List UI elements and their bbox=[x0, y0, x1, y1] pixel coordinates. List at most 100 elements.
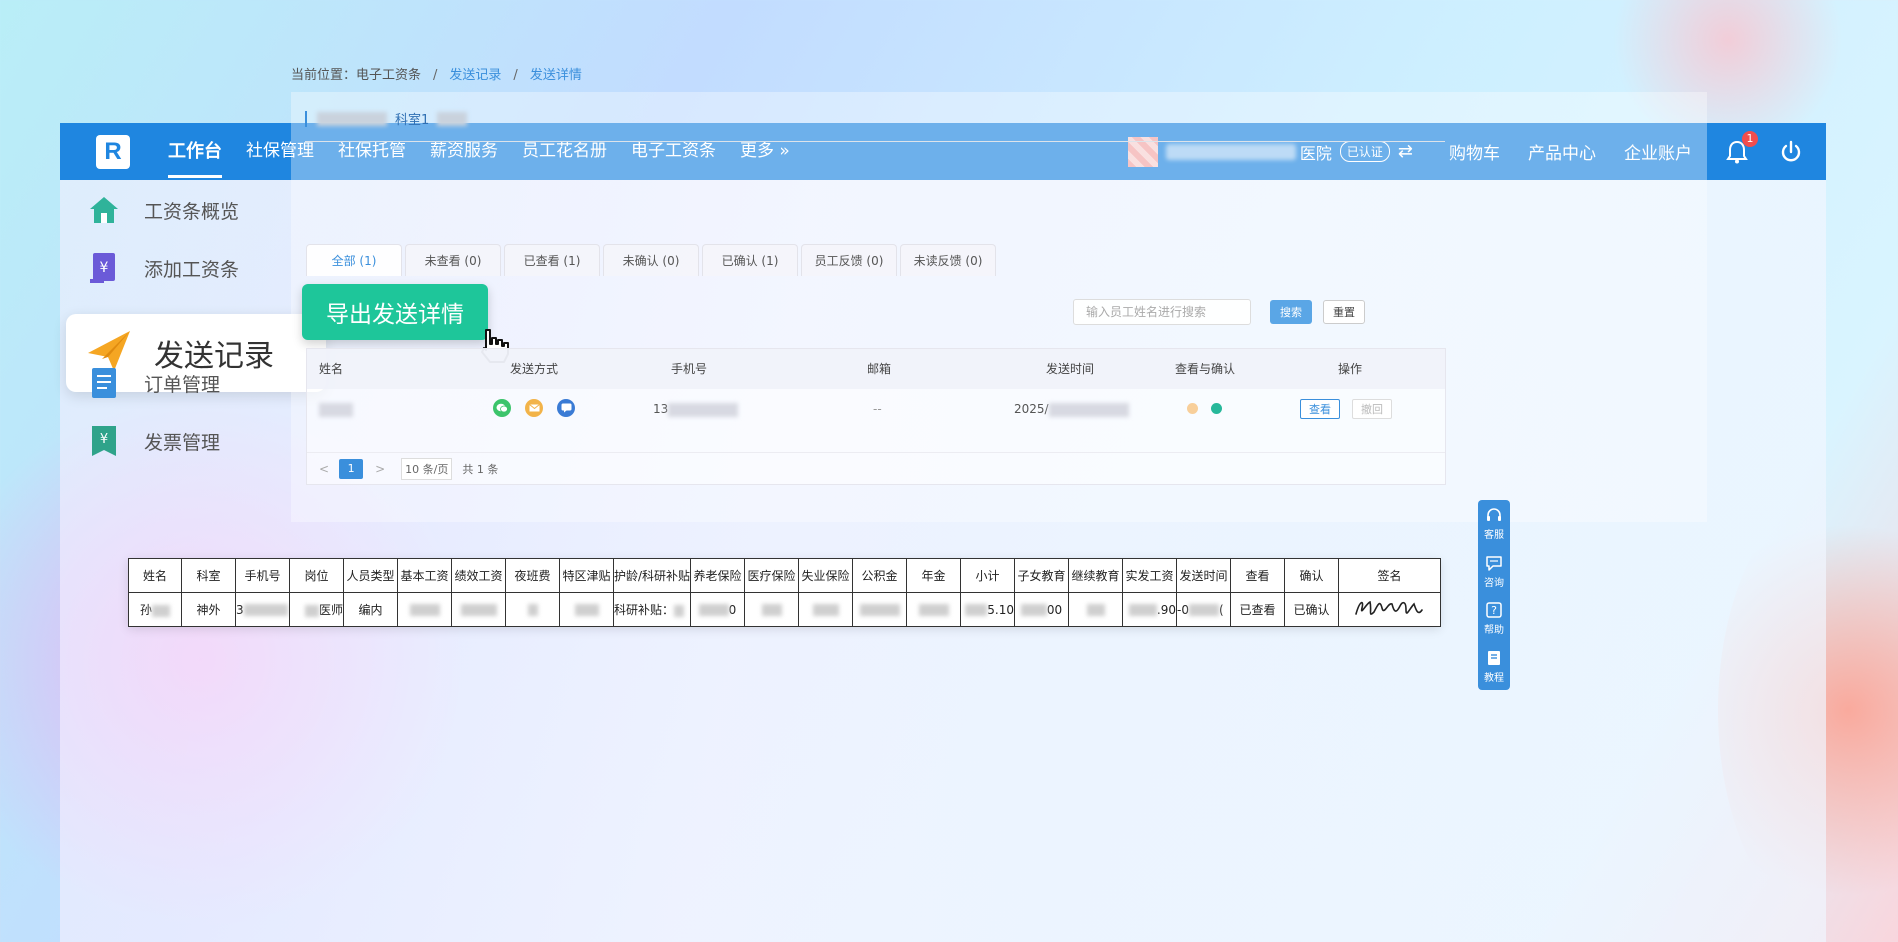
tab-all[interactable]: 全部 (1) bbox=[306, 244, 402, 276]
help-button[interactable]: ? 帮助 bbox=[1484, 601, 1504, 636]
viewed-status-dot bbox=[1187, 403, 1198, 414]
sheet-data-row: 孙 神外 3 医师 编内 科研补贴： 0 5.10 00 .90 -0( 已查看… bbox=[128, 592, 1441, 627]
col-send-method: 发送方式 bbox=[510, 362, 559, 376]
breadcrumb-prefix: 当前位置：电子工资条 bbox=[291, 68, 422, 83]
dept-name: 科室1 bbox=[395, 113, 430, 128]
sheet-header: 特区津贴 bbox=[559, 558, 614, 593]
order-list-icon bbox=[86, 365, 122, 401]
breadcrumb-send-details: 发送详情 bbox=[529, 68, 582, 83]
tab-feedback[interactable]: 员工反馈 (0) bbox=[801, 244, 897, 276]
sheet-header: 公积金 bbox=[852, 558, 907, 593]
sms-icon bbox=[557, 399, 575, 417]
sheet-header: 养老保险 bbox=[690, 558, 745, 593]
float-label: 咨询 bbox=[1484, 577, 1504, 589]
col-name: 姓名 bbox=[319, 362, 344, 376]
chat-icon bbox=[1486, 556, 1502, 571]
reset-button[interactable]: 重置 bbox=[1323, 300, 1365, 324]
float-label: 客服 bbox=[1484, 530, 1504, 542]
tab-unconfirmed[interactable]: 未确认 (0) bbox=[603, 244, 699, 276]
sidebar-item-orders[interactable]: 订单管理 bbox=[86, 365, 220, 401]
invoice-icon: ¥ bbox=[86, 423, 122, 459]
col-actions: 操作 bbox=[1338, 362, 1363, 376]
float-label: 帮助 bbox=[1484, 625, 1504, 637]
sheet-header: 科室 bbox=[181, 558, 236, 593]
sheet-header: 查看 bbox=[1230, 558, 1285, 593]
breadcrumb-separator: / bbox=[513, 68, 518, 83]
sheet-header: 签名 bbox=[1338, 558, 1441, 593]
question-icon: ? bbox=[1486, 602, 1502, 618]
sheet-cell-base-pay bbox=[397, 592, 452, 627]
sidebar-item-add-payslip[interactable]: ¥ 添加工资条 bbox=[86, 250, 239, 286]
employee-name-redacted bbox=[319, 389, 353, 429]
sheet-header: 夜班费 bbox=[505, 558, 560, 593]
app-logo[interactable]: R bbox=[96, 134, 130, 169]
customer-service-button[interactable]: 客服 bbox=[1484, 506, 1504, 541]
col-view-confirm: 查看与确认 bbox=[1175, 362, 1236, 376]
tab-confirmed[interactable]: 已确认 (1) bbox=[702, 244, 798, 276]
sheet-cell-performance-pay bbox=[451, 592, 506, 627]
sheet-cell-dept: 神外 bbox=[181, 592, 236, 627]
tab-unread-feedback[interactable]: 未读反馈 (0) bbox=[900, 244, 996, 276]
recall-button[interactable]: 撤回 bbox=[1352, 399, 1392, 419]
redacted-text bbox=[437, 111, 468, 126]
float-label: 教程 bbox=[1484, 672, 1504, 684]
breadcrumb-separator: / bbox=[433, 68, 438, 83]
bell-icon[interactable]: 1 bbox=[1724, 130, 1758, 165]
sheet-cell-net-pay: .90 bbox=[1122, 592, 1177, 627]
sidebar-item-invoices[interactable]: ¥ 发票管理 bbox=[86, 423, 220, 459]
sheet-header: 绩效工资 bbox=[451, 558, 506, 593]
next-page-button[interactable]: > bbox=[375, 462, 385, 476]
sheet-cell-send-time: -0( bbox=[1176, 592, 1231, 627]
search-button[interactable]: 搜索 bbox=[1270, 300, 1312, 324]
view-button[interactable]: 查看 bbox=[1300, 399, 1340, 419]
sidebar-item-overview[interactable]: 工资条概览 bbox=[86, 192, 239, 228]
confirmed-status-dot bbox=[1211, 403, 1222, 414]
sheet-header: 实发工资 bbox=[1122, 558, 1177, 593]
tab-unviewed[interactable]: 未查看 (0) bbox=[405, 244, 501, 276]
email-icon bbox=[525, 399, 543, 417]
floating-help-bar: 客服 咨询 ? 帮助 教程 bbox=[1478, 500, 1510, 690]
send-detail-table: 姓名 发送方式 手机号 邮箱 发送时间 查看与确认 操作 13 -- 2025/… bbox=[306, 348, 1446, 485]
sheet-header: 岗位 bbox=[289, 558, 344, 593]
handwritten-signature bbox=[1354, 600, 1423, 615]
sheet-cell-night-pay bbox=[505, 592, 560, 627]
sheet-cell-pension: 0 bbox=[690, 592, 745, 627]
sheet-header: 小计 bbox=[960, 558, 1015, 593]
divider bbox=[305, 141, 1445, 142]
sheet-header: 发送时间 bbox=[1176, 558, 1231, 593]
sheet-cell-post: 医师 bbox=[289, 592, 344, 627]
prev-page-button[interactable]: < bbox=[319, 462, 329, 476]
email-cell: -- bbox=[873, 402, 882, 416]
svg-text:¥: ¥ bbox=[100, 260, 109, 276]
page-size-select[interactable]: 10 条/页 bbox=[401, 457, 453, 480]
sidebar-item-label: 工资条概览 bbox=[144, 200, 240, 223]
nav-workbench[interactable]: 工作台 bbox=[156, 123, 234, 180]
sheet-cell-zone-allowance bbox=[559, 592, 614, 627]
tab-viewed[interactable]: 已查看 (1) bbox=[504, 244, 600, 276]
sheet-cell-medical bbox=[744, 592, 799, 627]
sheet-cell-annuity bbox=[906, 592, 961, 627]
sheet-cell-housing-fund bbox=[852, 592, 907, 627]
total-count: 共 1 条 bbox=[462, 462, 499, 476]
consult-button[interactable]: 咨询 bbox=[1484, 554, 1504, 589]
sheet-header-row: 姓名 科室 手机号 岗位 人员类型 基本工资 绩效工资 夜班费 特区津贴 护龄/… bbox=[128, 558, 1441, 593]
power-icon[interactable] bbox=[1778, 139, 1804, 165]
batch-title: 科室1 bbox=[305, 109, 468, 128]
sheet-header: 确认 bbox=[1284, 558, 1339, 593]
page-1-button[interactable]: 1 bbox=[339, 458, 364, 479]
sheet-cell-child-edu: 00 bbox=[1014, 592, 1069, 627]
export-details-button[interactable]: 导出发送详情 bbox=[302, 284, 488, 340]
sheet-header: 护龄/科研补贴 bbox=[613, 558, 691, 593]
tutorial-button[interactable]: 教程 bbox=[1484, 649, 1504, 684]
employee-search-input[interactable]: 输入员工姓名进行搜索 bbox=[1073, 299, 1251, 325]
headset-icon bbox=[1487, 508, 1501, 522]
sheet-cell-unemployment bbox=[798, 592, 853, 627]
sidebar-item-label: 订单管理 bbox=[144, 373, 221, 396]
sheet-header: 子女教育 bbox=[1014, 558, 1069, 593]
sidebar-item-label: 发票管理 bbox=[144, 431, 221, 454]
sheet-cell-confirmed: 已确认 bbox=[1284, 592, 1339, 627]
sidebar-item-label: 添加工资条 bbox=[144, 258, 240, 281]
sheet-cell-research: 科研补贴： bbox=[613, 592, 691, 627]
table-row: 13 -- 2025/ 查看 撤回 bbox=[307, 389, 1445, 453]
breadcrumb-send-records[interactable]: 发送记录 bbox=[449, 68, 501, 83]
